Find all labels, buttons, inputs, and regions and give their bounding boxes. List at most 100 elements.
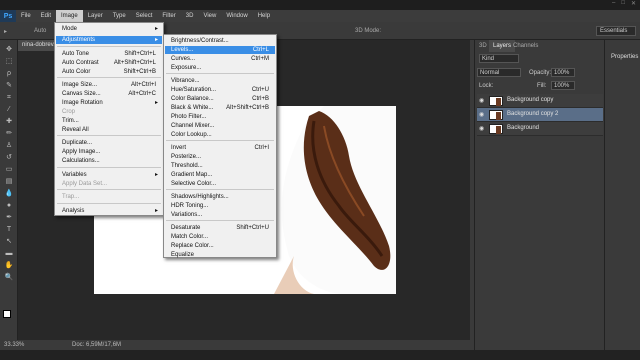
menu-item-label: Auto Contrast [62,60,99,66]
adjustments-menu-item[interactable]: Photo Filter... [165,113,275,121]
adjustments-menu-item[interactable]: Selective Color... [165,180,275,188]
image-menu-dropdown: Mode ▸ Adjustments ▸ Auto Tone Shift+Ctrl+L Au… [54,22,164,216]
adjustments-menu-item[interactable]: Exposure... [165,64,275,72]
minimize-icon[interactable]: – [612,0,615,10]
image-menu-item[interactable]: Variables ▸ [56,171,162,179]
dodge-tool-icon[interactable]: ● [4,202,14,210]
submenu-arrow-icon: ▸ [154,26,158,32]
adjustments-menu-item[interactable]: Invert Ctrl+I [165,144,275,152]
menu-filter[interactable]: Filter [157,10,180,22]
visibility-eye-icon[interactable]: ◉ [479,97,485,104]
adjustments-menu-item[interactable]: Hue/Saturation... Ctrl+U [165,86,275,94]
workspace-select[interactable]: Essentials [596,26,636,36]
eraser-tool-icon[interactable]: ▭ [4,166,14,174]
menu-select[interactable]: Select [131,10,158,22]
opacity-field[interactable]: 100% [551,68,575,77]
marquee-tool-icon[interactable]: ⬚ [4,58,14,66]
menu-item-label: Analysis [62,208,85,214]
menu-window[interactable]: Window [221,10,252,22]
auto-select-label[interactable]: Auto [34,28,46,34]
move-tool-icon[interactable]: ✥ [4,46,14,54]
adjustments-menu-item[interactable]: Color Lookup... [165,131,275,139]
history-brush-tool-icon[interactable]: ↺ [4,154,14,162]
image-menu-item[interactable]: Duplicate... [56,139,162,147]
healing-tool-icon[interactable]: ✚ [4,118,14,126]
image-menu-item[interactable]: Reveal All [56,126,162,134]
layer-name: Background copy 2 [507,111,559,117]
image-menu-item[interactable]: Trim... [56,117,162,125]
menu-item-label: Photo Filter... [171,114,207,120]
image-menu-item[interactable]: Auto Color Shift+Ctrl+B [56,68,162,76]
menu-file[interactable]: File [16,10,36,22]
adjustments-menu-item[interactable]: Replace Color... [165,242,275,250]
adjustments-menu-item[interactable]: Color Balance... Ctrl+B [165,95,275,103]
hand-tool-icon[interactable]: ✋ [4,262,14,270]
image-menu-item[interactable]: Adjustments ▸ [56,36,162,44]
blend-mode-select[interactable]: Normal [477,68,521,77]
adjustments-menu-item[interactable]: Gradient Map... [165,171,275,179]
close-icon[interactable]: ✕ [631,0,636,10]
adjustments-menu-item[interactable]: Vibrance... [165,77,275,85]
properties-dock[interactable]: Properties [604,40,640,350]
image-menu-item[interactable]: Auto Contrast Alt+Shift+Ctrl+L [56,59,162,67]
layer-row[interactable]: ◉ Background [477,122,603,136]
image-menu-item[interactable]: Mode ▸ [56,25,162,33]
fill-field[interactable]: 100% [551,81,575,90]
maximize-icon[interactable]: □ [621,0,625,10]
menu-item-shortcut: Ctrl+M [251,56,269,62]
kind-filter-select[interactable]: Kind [479,54,519,63]
menu-item-label: Crop [62,109,76,115]
adjustments-menu-item[interactable]: Desaturate Shift+Ctrl+U [165,224,275,232]
layer-row[interactable]: ◉ Background copy 2 [477,108,603,122]
menu-separator [57,167,161,168]
menu-3d[interactable]: 3D [181,10,199,22]
menu-help[interactable]: Help [253,10,275,22]
adjustments-menu-item[interactable]: Levels... Ctrl+L [165,46,275,54]
menu-edit[interactable]: Edit [36,10,56,22]
image-menu-item[interactable]: Image Size... Alt+Ctrl+I [56,81,162,89]
adjustments-menu-item[interactable]: Variations... [165,211,275,219]
brush-tool-icon[interactable]: ✏ [4,130,14,138]
image-menu-item[interactable]: Apply Image... [56,148,162,156]
blur-tool-icon[interactable]: 💧 [4,190,14,198]
zoom-tool-icon[interactable]: 🔍 [4,274,14,282]
adjustments-menu-item[interactable]: Brightness/Contrast... [165,37,275,45]
menu-item-label: Vibrance... [171,78,200,84]
adjustments-menu-item[interactable]: Curves... Ctrl+M [165,55,275,63]
tab-channels[interactable]: Channels [509,40,542,52]
adjustments-menu-item[interactable]: Channel Mixer... [165,122,275,130]
adjustments-menu-item[interactable]: Threshold... [165,162,275,170]
visibility-eye-icon[interactable]: ◉ [479,111,485,118]
image-menu-item[interactable]: Analysis ▸ [56,207,162,215]
image-menu-item[interactable]: Image Rotation ▸ [56,99,162,107]
quick-select-tool-icon[interactable]: ✎ [4,82,14,90]
adjustments-menu-item[interactable]: Shadows/Highlights... [165,193,275,201]
adjustments-menu-item[interactable]: Posterize... [165,153,275,161]
visibility-eye-icon[interactable]: ◉ [479,125,485,132]
menu-layer[interactable]: Layer [83,10,108,22]
move-tool-icon[interactable]: ▸ [4,28,7,35]
zoom-level[interactable]: 33.33% [4,340,24,350]
menu-type[interactable]: Type [108,10,131,22]
adjustments-menu-item[interactable]: Equalize [165,251,275,259]
path-select-tool-icon[interactable]: ↖ [4,238,14,246]
crop-tool-icon[interactable]: ⌗ [4,94,14,102]
submenu-arrow-icon: ▸ [154,208,158,214]
adjustments-menu-item[interactable]: Match Color... [165,233,275,241]
adjustments-menu-item[interactable]: Black & White... Alt+Shift+Ctrl+B [165,104,275,112]
menu-view[interactable]: View [198,10,221,22]
lasso-tool-icon[interactable]: ρ [4,70,14,78]
image-menu-item[interactable]: Auto Tone Shift+Ctrl+L [56,50,162,58]
type-tool-icon[interactable]: T [4,226,14,234]
gradient-tool-icon[interactable]: ▤ [4,178,14,186]
foreground-color-swatch[interactable] [3,310,11,318]
menu-image[interactable]: Image [56,10,83,22]
adjustments-menu-item[interactable]: HDR Toning... [165,202,275,210]
eyedropper-tool-icon[interactable]: ⁄ [4,106,14,114]
image-menu-item[interactable]: Calculations... [56,157,162,165]
stamp-tool-icon[interactable]: ♙ [4,142,14,150]
shape-tool-icon[interactable]: ▬ [4,250,14,258]
layer-row[interactable]: ◉ Background copy [477,94,603,108]
image-menu-item[interactable]: Canvas Size... Alt+Ctrl+C [56,90,162,98]
pen-tool-icon[interactable]: ✒ [4,214,14,222]
